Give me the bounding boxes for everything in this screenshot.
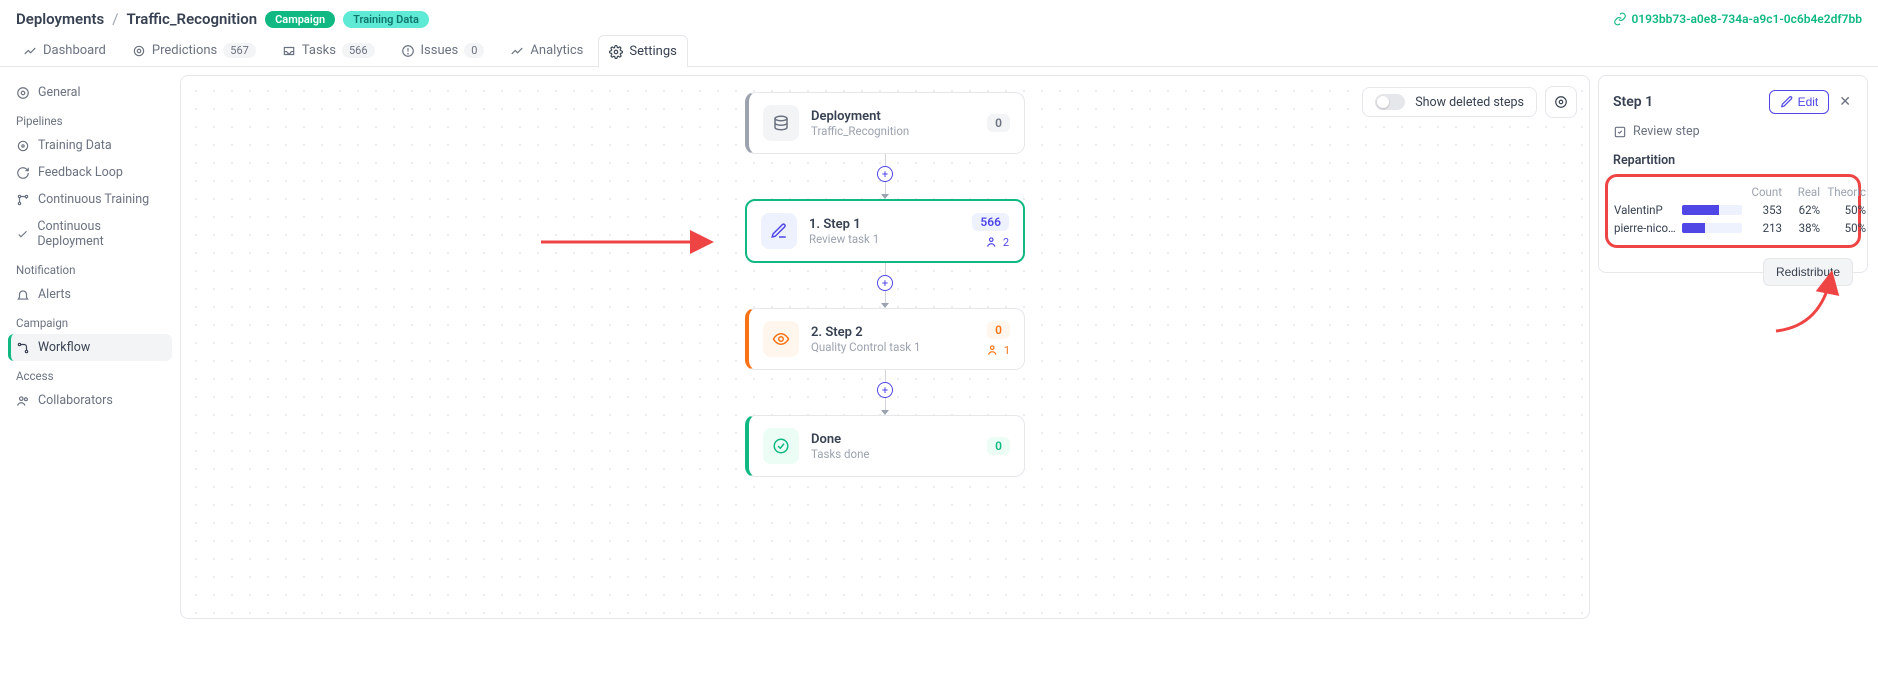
badge-campaign: Campaign xyxy=(265,11,335,28)
bell-icon xyxy=(16,288,30,302)
users-icon xyxy=(986,235,1000,249)
sidebar-heading-campaign: Campaign xyxy=(8,308,172,334)
step-detail-panel: Step 1 Edit ✕ Review step Repartition Co… xyxy=(1598,75,1868,273)
sidebar-item-feedback-loop[interactable]: Feedback Loop xyxy=(8,159,172,186)
inbox-icon xyxy=(282,44,296,58)
tab-issues[interactable]: Issues 0 xyxy=(390,34,496,66)
rocket-icon xyxy=(16,227,29,241)
edit-button[interactable]: Edit xyxy=(1769,90,1830,114)
done-count: 0 xyxy=(987,437,1010,455)
repartition-header: Count Real Theoric xyxy=(1614,183,1852,201)
target-icon xyxy=(16,139,30,153)
sidebar-item-continuous-training[interactable]: Continuous Training xyxy=(8,186,172,213)
tasks-count: 566 xyxy=(342,43,375,58)
users-icon xyxy=(987,343,1001,357)
gear-icon xyxy=(609,45,623,59)
deployment-count: 0 xyxy=(987,114,1010,132)
tab-tasks[interactable]: Tasks 566 xyxy=(271,34,386,66)
sidebar-item-training-data[interactable]: Training Data xyxy=(8,132,172,159)
sidebar-item-alerts[interactable]: Alerts xyxy=(8,281,172,308)
sidebar-heading-notification: Notification xyxy=(8,255,172,281)
workflow-canvas[interactable]: Show deleted steps Deployment Traffic xyxy=(180,75,1590,619)
sidebar-item-collaborators[interactable]: Collaborators xyxy=(8,387,172,414)
link-icon xyxy=(1613,12,1627,26)
node-deployment[interactable]: Deployment Traffic_Recognition 0 xyxy=(745,92,1025,154)
badge-training: Training Data xyxy=(343,11,429,28)
node-step2[interactable]: 2. Step 2 Quality Control task 1 0 1 xyxy=(745,308,1025,370)
review-step-row: Review step xyxy=(1613,124,1853,139)
repartition-highlight: Count Real Theoric ValentinP 353 62% 50%… xyxy=(1605,174,1861,248)
breadcrumb-name: Traffic_Recognition xyxy=(126,10,257,28)
repartition-heading: Repartition xyxy=(1613,153,1853,168)
edit-square-icon xyxy=(1613,125,1627,139)
step1-people: 2 xyxy=(986,235,1009,249)
check-circle-icon xyxy=(763,428,799,464)
toggle-switch[interactable] xyxy=(1375,94,1405,110)
sidebar-heading-access: Access xyxy=(8,361,172,387)
repartition-bar xyxy=(1682,223,1742,233)
node-done[interactable]: Done Tasks done 0 xyxy=(745,415,1025,477)
tab-dashboard[interactable]: Dashboard xyxy=(12,34,117,66)
toggle-show-deleted[interactable]: Show deleted steps xyxy=(1362,87,1537,117)
main-tabs: Dashboard Predictions 567 Tasks 566 Issu… xyxy=(0,34,1878,67)
canvas-settings-button[interactable] xyxy=(1545,86,1577,118)
edit-icon xyxy=(761,213,797,249)
database-icon xyxy=(763,105,799,141)
tab-settings[interactable]: Settings xyxy=(598,35,687,67)
refresh-icon xyxy=(16,166,30,180)
add-step-button[interactable]: + xyxy=(877,382,893,398)
breadcrumb-root[interactable]: Deployments xyxy=(16,10,104,28)
node-step1[interactable]: 1. Step 1 Review task 1 566 2 xyxy=(745,199,1025,263)
tab-analytics[interactable]: Analytics xyxy=(499,34,594,66)
users-icon xyxy=(16,394,30,408)
annotation-arrow-step1 xyxy=(541,232,721,256)
settings-sidebar: General Pipelines Training Data Feedback… xyxy=(0,67,180,627)
repartition-row: ValentinP 353 62% 50% xyxy=(1614,201,1852,219)
repartition-bar xyxy=(1682,205,1742,215)
pencil-icon xyxy=(1780,95,1794,109)
sidebar-item-workflow[interactable]: Workflow xyxy=(8,334,172,361)
add-step-button[interactable]: + xyxy=(877,166,893,182)
annotation-arrow-redistribute xyxy=(1771,266,1851,340)
gear-icon xyxy=(16,86,30,100)
step1-count: 566 xyxy=(972,213,1009,231)
workflow-icon xyxy=(16,341,30,355)
step2-people: 1 xyxy=(987,343,1010,357)
issues-count: 0 xyxy=(464,43,484,58)
predictions-count: 567 xyxy=(223,43,256,58)
step2-count: 0 xyxy=(987,321,1010,339)
alert-icon xyxy=(401,44,415,58)
chart-line-icon xyxy=(23,44,37,58)
repartition-row: pierre-nicolas 213 38% 50% xyxy=(1614,219,1852,237)
eye-icon xyxy=(763,321,799,357)
add-step-button[interactable]: + xyxy=(877,275,893,291)
deployment-id-link[interactable]: 0193bb73-a0e8-734a-a9c1-0c6b4e2df7bb xyxy=(1613,12,1862,26)
panel-title: Step 1 xyxy=(1613,94,1653,110)
close-panel-button[interactable]: ✕ xyxy=(1837,94,1853,110)
breadcrumb: Deployments / Traffic_Recognition Campai… xyxy=(16,10,429,28)
gear-icon xyxy=(1554,95,1568,109)
branch-icon xyxy=(16,193,30,207)
sidebar-item-general[interactable]: General xyxy=(8,79,172,106)
tab-predictions[interactable]: Predictions 567 xyxy=(121,34,267,66)
target-icon xyxy=(132,44,146,58)
breadcrumb-sep: / xyxy=(112,10,118,28)
sidebar-item-continuous-deployment[interactable]: Continuous Deployment xyxy=(8,213,172,255)
sidebar-heading-pipelines: Pipelines xyxy=(8,106,172,132)
analytics-icon xyxy=(510,44,524,58)
